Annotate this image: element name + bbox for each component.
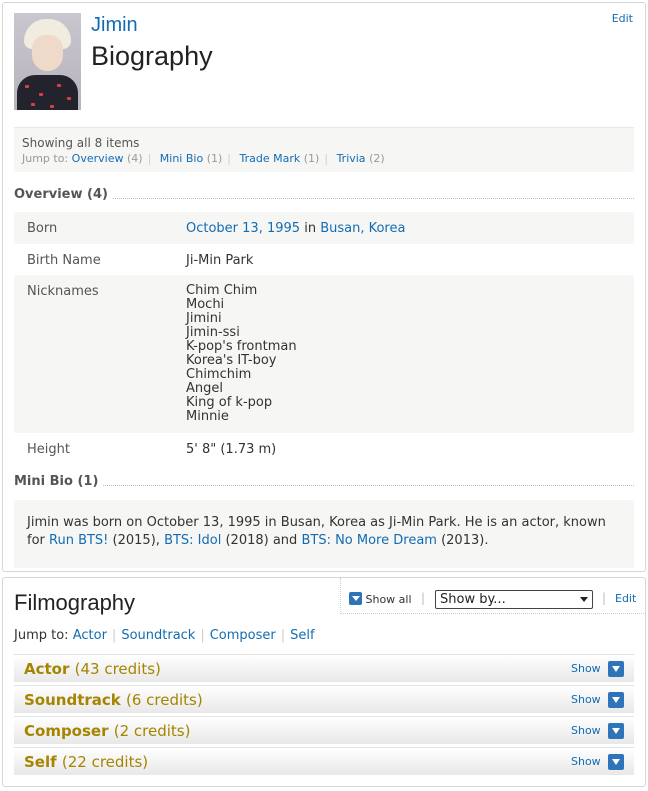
overview-row-nicknames: Nicknames Chim Chim Mochi Jimini Jimin-s… xyxy=(14,275,634,433)
nicknames-list: Chim Chim Mochi Jimini Jimin-ssi K-pop's… xyxy=(186,284,297,424)
category-name: Actor (43 credits) xyxy=(24,660,161,678)
nickname: Chimchim xyxy=(186,367,252,382)
filmography-edit-link[interactable]: Edit xyxy=(615,592,636,605)
nickname: King of k-pop xyxy=(186,395,273,410)
birth-name-value: Ji-Min Park xyxy=(186,253,254,268)
filmography-panel: Filmography Show all | Show by... | Edit… xyxy=(2,577,646,787)
nickname: Chim Chim xyxy=(186,283,258,298)
run-bts-link[interactable]: Run BTS! xyxy=(49,533,108,548)
show-self-link[interactable]: Show xyxy=(571,755,601,768)
height-value: 5' 8" (1.73 m) xyxy=(186,442,277,457)
jump-soundtrack[interactable]: Soundtrack xyxy=(121,628,195,643)
jump-label: Jump to: xyxy=(14,628,69,643)
born-place-link[interactable]: Busan, Korea xyxy=(320,221,405,236)
expand-arrow-icon[interactable] xyxy=(608,754,624,770)
show-composer-link[interactable]: Show xyxy=(571,724,601,737)
expand-arrow-icon[interactable] xyxy=(608,692,624,708)
overview-row-born: Born October 13, 1995 in Busan, Korea xyxy=(14,212,634,244)
expand-arrow-icon[interactable] xyxy=(608,661,624,677)
category-row-actor[interactable]: Actor (43 credits) Show xyxy=(14,654,634,682)
jump-label: Jump to: xyxy=(22,152,69,165)
filmography-title: Filmography xyxy=(14,590,136,615)
filmography-controls: Show all | Show by... | Edit xyxy=(340,578,646,614)
jump-self[interactable]: Self xyxy=(290,628,314,643)
show-actor-link[interactable]: Show xyxy=(571,662,601,675)
items-summary: Showing all 8 items Jump to: Overview (4… xyxy=(14,127,634,172)
bts-no-more-dream-link[interactable]: BTS: No More Dream xyxy=(301,533,437,548)
bio-jump-nav: Jump to: Overview (4) | Mini Bio (1) | Tra… xyxy=(22,152,385,165)
show-by-select[interactable]: Show by... xyxy=(435,590,593,609)
born-date-link[interactable]: October 13, 1995 xyxy=(186,221,300,236)
nickname: Jimini xyxy=(186,311,222,326)
mini-bio-heading: Mini Bio (1) xyxy=(14,474,634,490)
category-name: Composer (2 credits) xyxy=(24,722,191,740)
person-name-link[interactable]: Jimin xyxy=(91,14,138,37)
category-row-soundtrack[interactable]: Soundtrack (6 credits) Show xyxy=(14,685,634,713)
born-label: Born xyxy=(27,221,58,236)
bio-edit-link[interactable]: Edit xyxy=(612,12,633,25)
filmography-jump-nav: Jump to: Actor | Soundtrack | Composer | Self xyxy=(14,628,315,643)
show-soundtrack-link[interactable]: Show xyxy=(571,693,601,706)
nickname: Jimin-ssi xyxy=(186,325,240,340)
nickname: Minnie xyxy=(186,409,229,424)
show-all-button[interactable]: Show all xyxy=(349,592,412,606)
biography-panel: Edit Jimin Biography Showing all 8 items… xyxy=(2,2,646,572)
birth-name-label: Birth Name xyxy=(27,253,101,268)
nickname: Mochi xyxy=(186,297,225,312)
showing-count: Showing all 8 items xyxy=(22,136,140,150)
nickname: K-pop's frontman xyxy=(186,339,297,354)
jump-trade-mark[interactable]: Trade Mark xyxy=(240,152,301,165)
nicknames-label: Nicknames xyxy=(27,284,99,299)
category-name: Self (22 credits) xyxy=(24,753,149,771)
overview-row-height: Height 5' 8" (1.73 m) xyxy=(14,433,634,464)
mini-bio-text: Jimin was born on October 13, 1995 in Bu… xyxy=(14,500,634,568)
bts-idol-link[interactable]: BTS: Idol xyxy=(164,533,221,548)
jump-composer[interactable]: Composer xyxy=(210,628,276,643)
expand-arrow-icon[interactable] xyxy=(608,723,624,739)
jump-trivia[interactable]: Trivia xyxy=(337,152,366,165)
overview-row-birth-name: Birth Name Ji-Min Park xyxy=(14,244,634,275)
chevron-down-icon xyxy=(349,592,362,605)
dropdown-caret-icon xyxy=(580,597,588,602)
nickname: Korea's IT-boy xyxy=(186,353,277,368)
profile-photo[interactable] xyxy=(14,13,81,110)
jump-mini-bio[interactable]: Mini Bio xyxy=(160,152,203,165)
jump-overview[interactable]: Overview xyxy=(72,152,124,165)
category-name: Soundtrack (6 credits) xyxy=(24,691,203,709)
category-row-composer[interactable]: Composer (2 credits) Show xyxy=(14,716,634,744)
height-label: Height xyxy=(27,442,70,457)
nickname: Angel xyxy=(186,381,223,396)
overview-heading: Overview (4) xyxy=(14,187,634,203)
category-row-self[interactable]: Self (22 credits) Show xyxy=(14,747,634,775)
jump-actor[interactable]: Actor xyxy=(73,628,107,643)
page-title: Biography xyxy=(91,41,213,71)
